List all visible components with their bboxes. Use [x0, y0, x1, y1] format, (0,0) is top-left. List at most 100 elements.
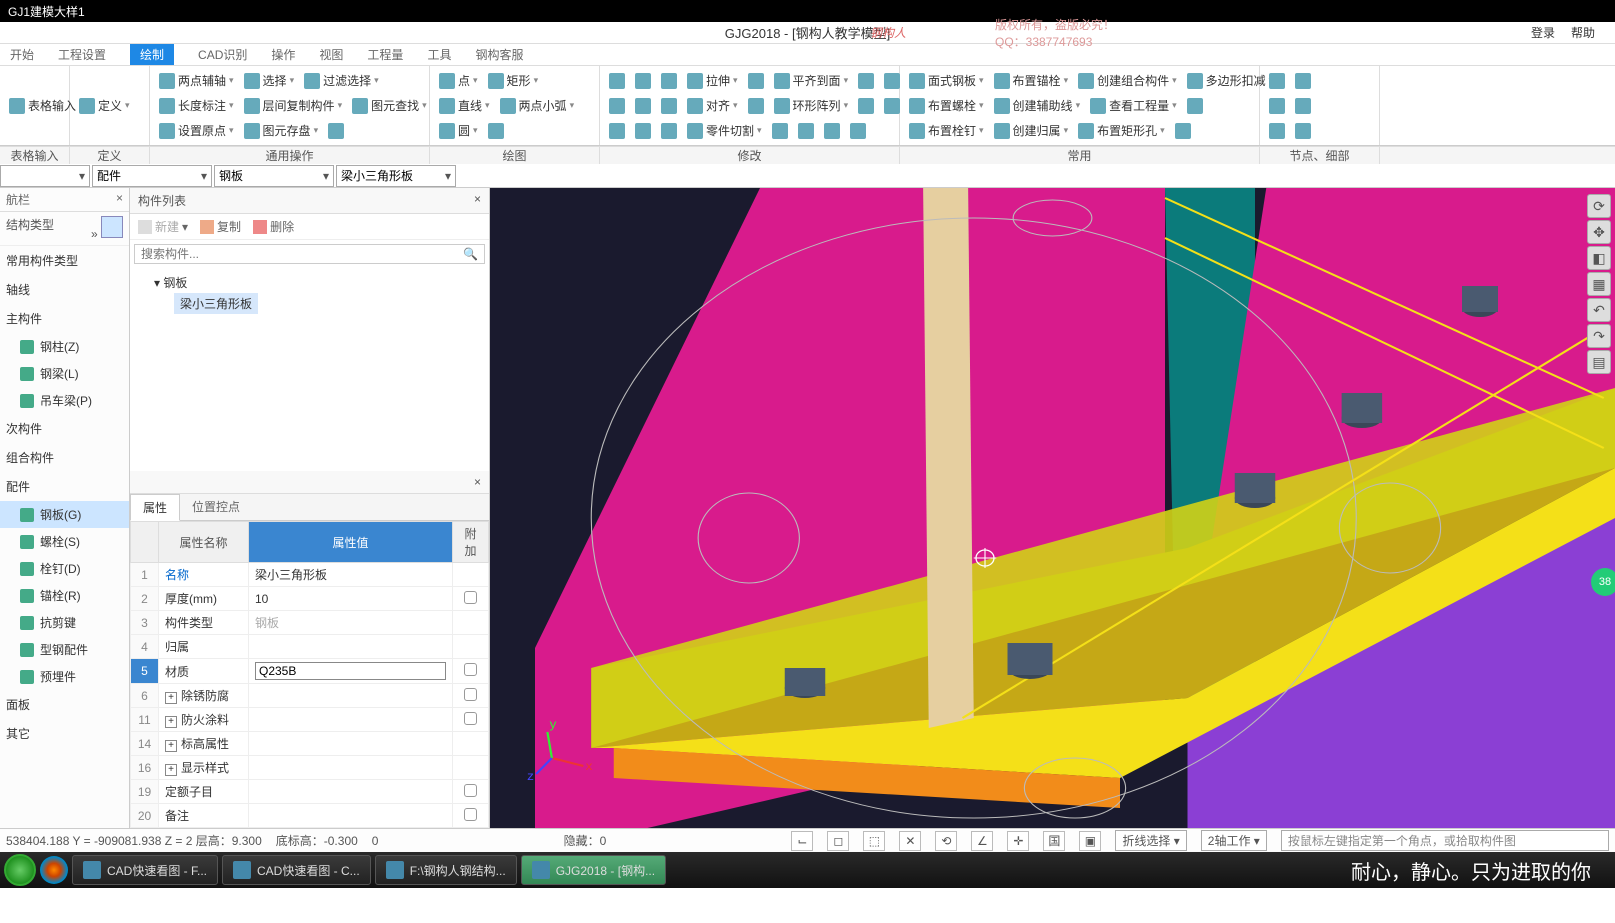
- menu-CAD识别[interactable]: CAD识别: [198, 46, 247, 63]
- ribbon-icon[interactable]: [769, 122, 791, 140]
- ribbon-icon[interactable]: [1184, 97, 1206, 115]
- nav-section-其它[interactable]: 其它: [0, 719, 129, 748]
- view-tool-iso-icon[interactable]: ◧: [1587, 246, 1611, 270]
- tree-root[interactable]: ▾ 钢板: [138, 272, 481, 293]
- sb-snap2-icon[interactable]: ⬚: [863, 831, 885, 851]
- nav-item-钢柱(Z)[interactable]: 钢柱(Z): [0, 333, 129, 360]
- ribbon-布置栓钉[interactable]: 布置栓钉▾: [906, 121, 987, 140]
- prop-row[interactable]: 2厚度(mm)10: [131, 587, 489, 611]
- 3d-viewport[interactable]: x y z ⟳ ✥ ◧ ▦ ↶ ↷ ▤ 38: [490, 188, 1615, 828]
- ribbon-icon[interactable]: [795, 122, 817, 140]
- ribbon-icon[interactable]: [606, 97, 628, 115]
- filter-dropdown[interactable]: 梁小三角形板▾: [336, 165, 456, 187]
- sb-snap1-icon[interactable]: ◻: [827, 831, 849, 851]
- ribbon-圆[interactable]: 圆▾: [436, 121, 481, 140]
- ribbon-两点辅轴[interactable]: 两点辅轴▾: [156, 71, 237, 90]
- copy-button[interactable]: 复制: [200, 218, 241, 235]
- ribbon-icon[interactable]: [745, 72, 767, 90]
- nav-item-钢梁(L)[interactable]: 钢梁(L): [0, 360, 129, 387]
- nav-item-螺栓(S)[interactable]: 螺栓(S): [0, 528, 129, 555]
- prop-row[interactable]: 20备注: [131, 804, 489, 828]
- prop-checkbox[interactable]: [464, 784, 477, 797]
- nav-section-组合构件[interactable]: 组合构件: [0, 443, 129, 472]
- help-link[interactable]: 帮助: [1571, 24, 1595, 41]
- search-input[interactable]: [141, 247, 463, 261]
- ribbon-设置原点[interactable]: 设置原点▾: [156, 121, 237, 140]
- ribbon-icon[interactable]: [1266, 97, 1288, 115]
- ribbon-icon[interactable]: [1292, 122, 1314, 140]
- ribbon-点[interactable]: 点▾: [436, 71, 481, 90]
- prop-checkbox[interactable]: [464, 688, 477, 701]
- prop-row[interactable]: 19定额子目: [131, 780, 489, 804]
- view-tool-pan-icon[interactable]: ✥: [1587, 220, 1611, 244]
- view-tool-undo-icon[interactable]: ↶: [1587, 298, 1611, 322]
- prop-row[interactable]: 5材质: [131, 659, 489, 684]
- filter-dropdown[interactable]: 钢板▾: [214, 165, 334, 187]
- ribbon-定义[interactable]: 定义▾: [76, 96, 133, 115]
- ribbon-层间复制构件[interactable]: 层间复制构件▾: [241, 96, 346, 115]
- menu-视图[interactable]: 视图: [319, 46, 343, 63]
- menu-操作[interactable]: 操作: [271, 46, 295, 63]
- ribbon-icon[interactable]: [632, 97, 654, 115]
- ribbon-两点小弧[interactable]: 两点小弧▾: [497, 96, 578, 115]
- new-button[interactable]: 新建 ▾: [138, 218, 188, 235]
- menu-绘制[interactable]: 绘制: [130, 44, 174, 65]
- prop-value-input[interactable]: [255, 662, 446, 680]
- ribbon-icon[interactable]: [847, 122, 869, 140]
- ribbon-icon[interactable]: [1266, 72, 1288, 90]
- ribbon-icon[interactable]: [606, 72, 628, 90]
- sb-fold-select[interactable]: 折线选择 ▾: [1115, 830, 1186, 851]
- sb-reload-icon[interactable]: ⟲: [935, 831, 957, 851]
- prop-checkbox[interactable]: [464, 663, 477, 676]
- nav-item-锚栓(R)[interactable]: 锚栓(R): [0, 582, 129, 609]
- app-launcher-icon[interactable]: [40, 856, 68, 884]
- ribbon-布置矩形孔[interactable]: 布置矩形孔▾: [1075, 121, 1168, 140]
- ribbon-拉伸[interactable]: 拉伸▾: [684, 71, 741, 90]
- tree-child[interactable]: 梁小三角形板: [174, 293, 258, 314]
- ribbon-过滤选择[interactable]: 过滤选择▾: [301, 71, 382, 90]
- ribbon-icon[interactable]: [632, 122, 654, 140]
- ribbon-图元查找[interactable]: 图元查找▾: [349, 96, 430, 115]
- view-tool-box-icon[interactable]: ▦: [1587, 272, 1611, 296]
- menu-钢构客服[interactable]: 钢构客服: [475, 46, 523, 63]
- ribbon-图元存盘[interactable]: 图元存盘▾: [241, 121, 322, 140]
- ribbon-平齐到面[interactable]: 平齐到面▾: [771, 71, 852, 90]
- delete-button[interactable]: 删除: [253, 218, 294, 235]
- prop-row[interactable]: 16+显示样式: [131, 756, 489, 780]
- prop-row[interactable]: 1名称梁小三角形板: [131, 563, 489, 587]
- taskbar-item[interactable]: GJG2018 - [钢构...: [521, 855, 666, 885]
- nav-item-吊车梁(P)[interactable]: 吊车梁(P): [0, 387, 129, 414]
- sb-angle-icon[interactable]: ∠: [971, 831, 993, 851]
- ribbon-icon[interactable]: [821, 122, 843, 140]
- ribbon-创建辅助线[interactable]: 创建辅助线▾: [991, 96, 1084, 115]
- view-toggle-icon[interactable]: [101, 216, 123, 238]
- prop-checkbox[interactable]: [464, 712, 477, 725]
- ribbon-布置锚栓[interactable]: 布置锚栓▾: [991, 71, 1072, 90]
- nav-item-抗剪键[interactable]: 抗剪键: [0, 609, 129, 636]
- ribbon-icon[interactable]: [855, 72, 877, 90]
- nav-section-主构件[interactable]: 主构件: [0, 304, 129, 333]
- taskbar-item[interactable]: CAD快速看图 - F...: [72, 855, 218, 885]
- filter-dropdown[interactable]: 配件▾: [92, 165, 212, 187]
- sb-g2-icon[interactable]: ▣: [1079, 831, 1101, 851]
- sb-g1-icon[interactable]: 国: [1043, 831, 1065, 851]
- nav-section-次构件[interactable]: 次构件: [0, 414, 129, 443]
- tab-属性[interactable]: 属性: [130, 494, 180, 521]
- ribbon-矩形[interactable]: 矩形▾: [485, 71, 542, 90]
- nav-section-面板[interactable]: 面板: [0, 690, 129, 719]
- badge-count[interactable]: 38: [1591, 568, 1615, 596]
- taskbar-item[interactable]: F:\钢构人钢结构...: [375, 855, 517, 885]
- view-tool-redo-icon[interactable]: ↷: [1587, 324, 1611, 348]
- nav-item-栓钉(D)[interactable]: 栓钉(D): [0, 555, 129, 582]
- ribbon-icon[interactable]: [1292, 72, 1314, 90]
- ribbon-选择[interactable]: 选择▾: [241, 71, 298, 90]
- ribbon-icon[interactable]: [1266, 122, 1288, 140]
- prop-row[interactable]: 11+防火涂料: [131, 708, 489, 732]
- ribbon-icon[interactable]: [632, 72, 654, 90]
- ribbon-查看工程量[interactable]: 查看工程量▾: [1087, 96, 1180, 115]
- sb-axis-select[interactable]: 2轴工作 ▾: [1201, 830, 1267, 851]
- taskbar-item[interactable]: CAD快速看图 - C...: [222, 855, 371, 885]
- ribbon-icon[interactable]: [485, 122, 507, 140]
- sb-del-icon[interactable]: ✕: [899, 831, 921, 851]
- start-button[interactable]: [4, 854, 36, 886]
